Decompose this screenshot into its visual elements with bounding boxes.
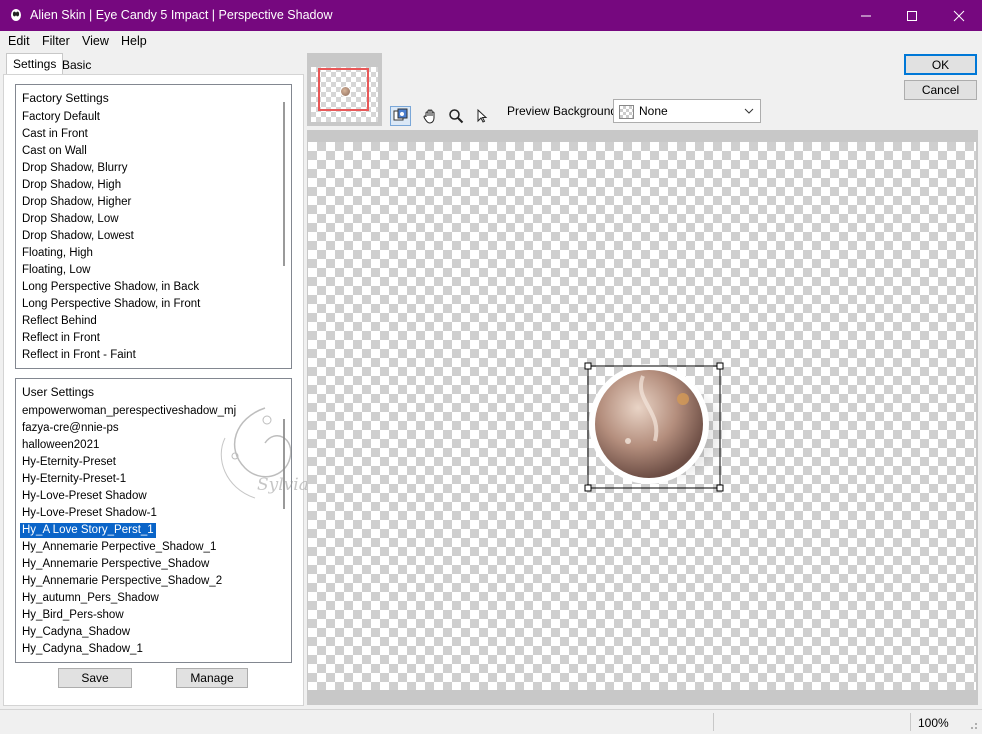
factory-settings-header: Factory Settings — [22, 91, 109, 105]
list-item[interactable]: Hy-Eternity-Preset — [22, 455, 116, 470]
list-item[interactable]: Floating, High — [22, 246, 93, 261]
cancel-button[interactable]: Cancel — [904, 80, 977, 100]
list-item[interactable]: Drop Shadow, Lowest — [22, 229, 134, 244]
factory-settings-list[interactable]: Factory Settings Factory Default Cast in … — [15, 84, 292, 369]
pointer-icon — [477, 108, 487, 123]
list-item[interactable]: Drop Shadow, Higher — [22, 195, 131, 210]
user-scrollbar[interactable] — [283, 419, 285, 509]
preview-frame — [307, 130, 978, 705]
list-item[interactable]: Drop Shadow, High — [22, 178, 121, 193]
tab-basic[interactable]: Basic — [56, 56, 97, 74]
preview-toggle-icon — [393, 108, 407, 121]
user-settings-list[interactable]: User Settings empowerwoman_perespectives… — [15, 378, 292, 663]
settings-panel: Factory Settings Factory Default Cast in … — [3, 74, 304, 706]
status-bar: 100% — [0, 709, 982, 734]
list-item[interactable]: Reflect Behind — [22, 314, 97, 329]
list-item[interactable]: Hy_Cadyna_Shadow_1 — [22, 642, 143, 657]
list-item[interactable]: Cast on Wall — [22, 144, 87, 159]
minimize-icon — [861, 15, 871, 16]
preview-background-select[interactable]: None — [613, 99, 761, 123]
title-bar: Alien Skin | Eye Candy 5 Impact | Perspe… — [0, 0, 982, 31]
user-settings-header: User Settings — [22, 385, 95, 399]
list-item[interactable]: Factory Default — [22, 110, 100, 125]
list-item[interactable]: Hy-Eternity-Preset-1 — [22, 472, 126, 487]
close-icon — [953, 10, 965, 21]
list-item[interactable]: Hy-Love-Preset Shadow-1 — [22, 506, 157, 521]
list-item[interactable]: Hy_Annemarie Perspective_Shadow_2 — [22, 574, 222, 589]
handle-top-left[interactable] — [584, 362, 592, 370]
list-item[interactable]: Reflect in Front — [22, 331, 100, 346]
list-item[interactable]: halloween2021 — [22, 438, 99, 453]
list-item[interactable]: Floating, Low — [22, 263, 90, 278]
list-item[interactable]: Long Perspective Shadow, in Front — [22, 297, 200, 312]
menu-bar: Edit Filter View Help — [0, 31, 982, 51]
menu-filter[interactable]: Filter — [42, 34, 70, 48]
zoom-level: 100% — [918, 716, 949, 730]
status-separator — [910, 713, 911, 731]
minimize-button[interactable] — [843, 0, 889, 31]
list-item[interactable]: Drop Shadow, Blurry — [22, 161, 127, 176]
maximize-icon — [907, 10, 917, 21]
list-item[interactable]: Reflect in Front - Faint — [22, 348, 136, 363]
chevron-down-icon — [744, 108, 754, 114]
preview-toggle-button[interactable] — [390, 106, 411, 126]
list-item[interactable]: Cast in Front — [22, 127, 88, 142]
list-item[interactable]: Hy_autumn_Pers_Shadow — [22, 591, 159, 606]
handle-bottom-left[interactable] — [584, 484, 592, 492]
pointer-tool-button[interactable] — [471, 106, 492, 126]
list-item[interactable]: Hy_Annemarie Perpective_Shadow_1 — [22, 540, 216, 555]
preview-image[interactable] — [573, 351, 733, 501]
save-button[interactable]: Save — [58, 668, 132, 688]
transparency-swatch-icon — [619, 105, 634, 119]
menu-edit[interactable]: Edit — [8, 34, 30, 48]
list-item[interactable]: empowerwoman_perespectiveshadow_mj — [22, 404, 236, 419]
ornament-image — [595, 370, 703, 478]
window-title: Alien Skin | Eye Candy 5 Impact | Perspe… — [30, 8, 333, 22]
alien-skin-icon — [11, 9, 21, 21]
status-separator — [713, 713, 714, 731]
maximize-button[interactable] — [889, 0, 935, 31]
list-item[interactable]: Hy_Cadyna_Shadow — [22, 625, 130, 640]
settings-tabstrip: Settings Basic — [3, 53, 303, 75]
list-item[interactable]: Hy_Annemarie Perspective_Shadow — [22, 557, 209, 572]
menu-view[interactable]: View — [82, 34, 109, 48]
list-item[interactable]: fazya-cre@nnie-ps — [22, 421, 119, 436]
manage-button[interactable]: Manage — [176, 668, 248, 688]
menu-help[interactable]: Help — [121, 34, 147, 48]
navigator-panel[interactable] — [307, 53, 382, 126]
preview-background-value: None — [639, 104, 668, 118]
navigator-image-thumb — [340, 86, 351, 97]
zoom-icon — [448, 109, 463, 124]
list-item[interactable]: Hy_Bird_Pers-show — [22, 608, 124, 623]
list-item[interactable]: Hy_A Love Story_Perst_1 — [19, 522, 157, 539]
handle-bottom-right[interactable] — [716, 484, 724, 492]
hand-tool-button[interactable] — [419, 106, 440, 126]
handle-top-right[interactable] — [716, 362, 724, 370]
hand-icon — [422, 109, 434, 124]
preview-background-label: Preview Background: — [507, 104, 621, 118]
close-button[interactable] — [936, 0, 982, 31]
tab-settings[interactable]: Settings — [6, 53, 64, 75]
ok-button[interactable]: OK — [904, 54, 977, 75]
zoom-tool-button[interactable] — [445, 106, 466, 126]
resize-grip-icon[interactable] — [966, 718, 978, 730]
preview-canvas[interactable] — [308, 142, 976, 690]
list-item[interactable]: Hy-Love-Preset Shadow — [22, 489, 147, 504]
list-item[interactable]: Drop Shadow, Low — [22, 212, 119, 227]
list-item[interactable]: Long Perspective Shadow, in Back — [22, 280, 199, 295]
factory-scrollbar[interactable] — [283, 102, 285, 266]
